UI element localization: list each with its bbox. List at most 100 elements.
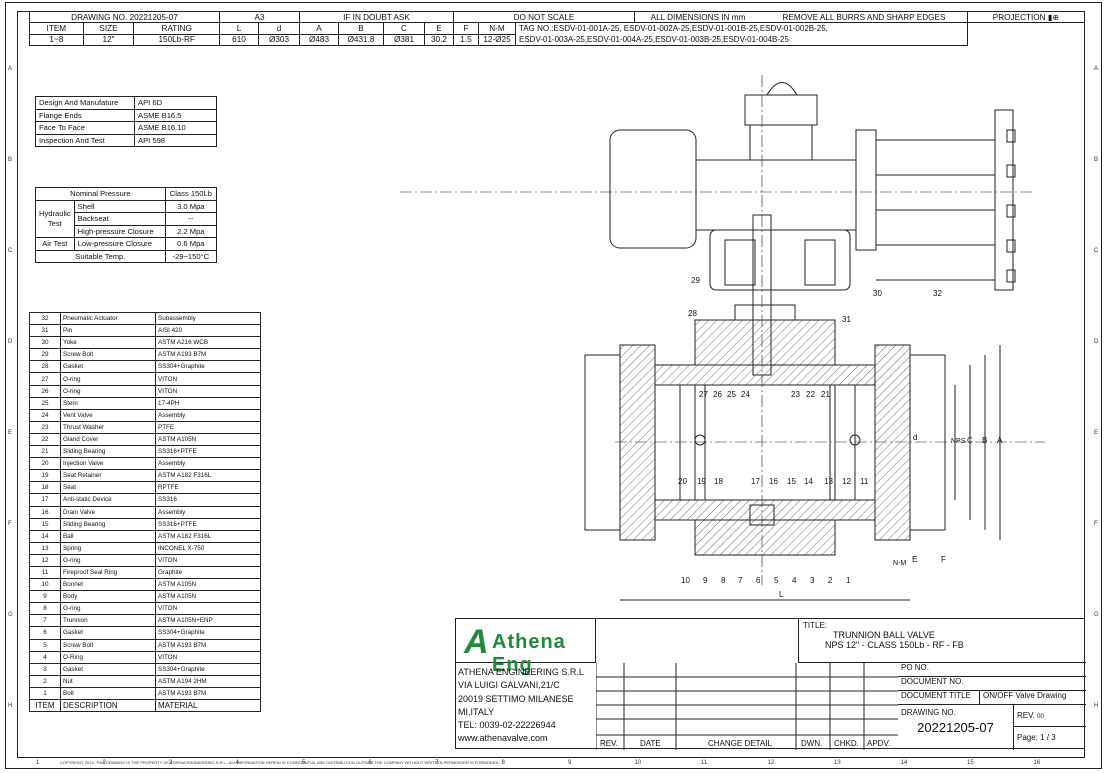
bom-description: Trunnion: [60, 614, 156, 628]
col-nm: N-M: [478, 22, 516, 35]
bom-item-no: 3: [29, 662, 61, 676]
bom-material: ASTM A216 WCB: [155, 336, 261, 350]
limit-switch-box: [744, 94, 818, 126]
bom-description: Sliding Bearing: [60, 517, 156, 531]
bom-item-no: 11: [29, 565, 61, 580]
bom-item-no: 23: [29, 420, 61, 434]
callout-13: 13: [824, 477, 833, 486]
title-area: TITLE: TRUNNION BALL VALVE NPS 12" - CLA…: [798, 619, 1086, 663]
bom-description: Drain Valve: [60, 505, 156, 519]
dwn-col: DWN.: [801, 739, 823, 748]
actuator-cylinder: [609, 129, 697, 249]
bom-item-no: 19: [29, 469, 61, 483]
zone-number: 8: [501, 760, 505, 766]
revision-grid: [596, 663, 898, 750]
bom-row: 19 Seat Retainer ASTM A182 F316L: [29, 469, 261, 483]
callout-24: 24: [741, 390, 750, 399]
zone-number: 3: [169, 760, 173, 766]
zone-number: 6: [368, 760, 372, 766]
callout-9: 9: [703, 576, 708, 585]
bom-material: ASTM A193 B7M: [155, 686, 261, 701]
bom-item-no: 10: [29, 578, 61, 592]
val-f: 1.5: [453, 33, 479, 46]
rev-col: REV.: [600, 739, 618, 748]
dim-c: C: [967, 436, 973, 445]
zone-letter: C: [8, 248, 13, 254]
zone-number: 11: [701, 760, 708, 766]
col-a: A: [299, 22, 339, 35]
projection-symbol-icon: ▮⊕: [1047, 13, 1060, 22]
bom-description: O-Ring: [60, 650, 156, 664]
bom-material: INCONEL X-750: [155, 541, 261, 555]
col-b: B: [338, 22, 384, 35]
bom-material: AISI 420: [155, 324, 261, 338]
doc-no: DOCUMENT NO.: [898, 677, 1086, 691]
company-line: www.athenavalve.com: [458, 733, 548, 744]
zone-letter: E: [1094, 430, 1099, 436]
bom-item-no: 22: [29, 432, 61, 447]
zone-letter: B: [8, 157, 13, 163]
bom-material: VITON: [155, 650, 261, 664]
dimensions-cell: ALL DIMENSIONS IN mm: [634, 11, 761, 23]
callout-4: 4: [792, 576, 797, 585]
bom-item-no: 6: [29, 626, 61, 640]
bom-row: 3 Gasket SS304+Graphite: [29, 662, 261, 676]
bom-description: O-ring: [60, 602, 156, 616]
company-line: MI,ITALY: [458, 706, 495, 717]
zone-letter: D: [8, 339, 13, 345]
bom-item-no: 21: [29, 445, 61, 459]
col-size: SIZE: [82, 22, 135, 35]
bom-item-no: 26: [29, 384, 61, 398]
logo-a-icon: A: [464, 623, 489, 661]
chkd-col: CHKD.: [834, 739, 859, 748]
company-line: ATHENA ENGINEERING S.R.L: [458, 667, 584, 677]
bom-item-no: 27: [29, 372, 61, 386]
bom-material: Graphite: [155, 565, 261, 580]
bom-row: 25 Stem 17-4PH: [29, 396, 261, 410]
bom-material: VITON: [155, 372, 261, 386]
bom-material: SS304+Graphite: [155, 626, 261, 640]
bom-description: Vent Valve: [60, 408, 156, 422]
bom-item-no: 32: [29, 311, 61, 326]
spec-value: API 6D: [134, 96, 217, 110]
bom-description: Pin: [60, 324, 156, 338]
hp-closure-label: High-pressure Closure: [73, 224, 166, 238]
spec-label: Flange Ends: [35, 108, 135, 122]
bom-item-no: 30: [29, 336, 61, 350]
dim-f: F: [941, 555, 946, 564]
bom-material: ASTM A105N: [155, 432, 261, 447]
bom-row: 30 Yoke ASTM A216 WCB: [29, 336, 261, 350]
zone-letter: A: [1094, 66, 1099, 72]
top-bonnet: [694, 319, 836, 366]
zone-letter: D: [1094, 339, 1099, 345]
bom-item-no: 29: [29, 348, 61, 362]
zone-letter: A: [8, 66, 13, 72]
bom-row: 22 Gland Cover ASTM A105N: [29, 432, 261, 447]
bom-material: VITON: [155, 553, 261, 567]
position-indicator: [766, 82, 798, 96]
val-c: Ø381: [383, 33, 425, 46]
zone-letter: C: [1094, 248, 1099, 254]
dim-e: E: [912, 555, 917, 564]
callout-11: 11: [860, 477, 869, 486]
callout-5: 5: [774, 576, 779, 585]
lp-closure-label: Low-pressure Closure: [73, 237, 166, 251]
bom-description: Seat: [60, 481, 156, 495]
callout-22: 22: [806, 390, 815, 399]
doc-title-value: ON/OFF Valve Drawing: [980, 691, 1086, 705]
spec-value: ASME B16.5: [134, 108, 217, 122]
zone-number: 15: [967, 760, 974, 766]
bom-item-no: 14: [29, 529, 61, 543]
actuator-housing: [695, 159, 857, 231]
title-line2: NPS 12" - CLASS 150Lb - RF - FB: [825, 640, 964, 650]
bom-description: Gasket: [60, 626, 156, 640]
bom-item-no: 4: [29, 650, 61, 664]
bom-material: RPTFE: [155, 481, 261, 495]
bom-material: 17-4PH: [155, 396, 261, 410]
bom-row: 1 Bolt ASTM A193 B7M: [29, 686, 261, 701]
callout-28: 28: [688, 309, 697, 318]
bom-material: ASTM A182 F316L: [155, 529, 261, 543]
temp-label: Suitable Temp.: [35, 249, 166, 263]
bom-material: ASTM A194 2HM: [155, 674, 261, 688]
bom-header-material: MATERIAL: [155, 698, 261, 713]
